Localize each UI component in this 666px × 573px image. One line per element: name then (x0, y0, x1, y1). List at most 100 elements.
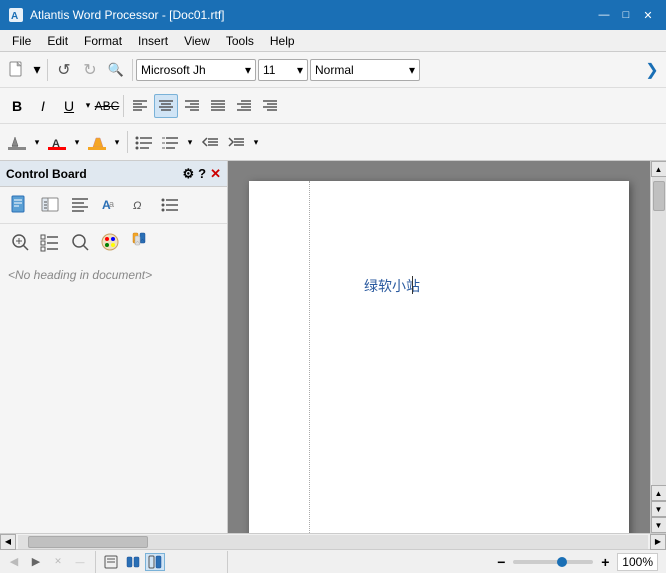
cb-navigator-button[interactable] (36, 191, 64, 219)
cb-zoom-button[interactable] (6, 228, 34, 256)
document-area: 绿软小站 ▲ ▲ ▼ ▼ (228, 161, 666, 533)
cb-icons-row2 (0, 224, 227, 260)
nav-forward-button[interactable]: ▶ (26, 553, 46, 571)
help-icon[interactable]: ? (198, 166, 206, 182)
nav-back2-button[interactable]: ✕ (48, 553, 68, 571)
style-value: Normal (315, 63, 409, 77)
menu-format[interactable]: Format (76, 32, 130, 50)
vertical-scrollbar[interactable]: ▲ ▲ ▼ ▼ (650, 161, 666, 533)
zoom-area: − + (493, 554, 613, 570)
document-page[interactable]: 绿软小站 (249, 181, 629, 533)
outdent-button[interactable] (198, 130, 222, 154)
zoom-in-button[interactable]: + (597, 554, 613, 570)
hscroll-left-button[interactable]: ◀ (0, 534, 16, 550)
pen-button[interactable] (5, 129, 29, 155)
align-left-button[interactable] (128, 94, 152, 118)
highlight-button[interactable] (85, 129, 109, 155)
font-dropdown[interactable]: Microsoft Jh ▾ (136, 59, 256, 81)
align-extra-button[interactable] (232, 94, 256, 118)
size-value: 11 (263, 63, 297, 77)
view-mode1-button[interactable] (101, 553, 121, 571)
style-dropdown[interactable]: Normal ▾ (310, 59, 420, 81)
hscroll-right-arrows: ▶ (650, 534, 666, 550)
underline-button[interactable]: U (57, 94, 81, 118)
list-indent-button[interactable] (158, 130, 182, 154)
cb-outline-button[interactable] (66, 191, 94, 219)
toolbar-row1: ▾ ↺ ↻ 🔍 Microsoft Jh ▾ 11 ▾ Normal ▾ ❯ (0, 52, 666, 88)
bullet-list-button[interactable] (132, 130, 156, 154)
scroll-track[interactable] (652, 177, 666, 485)
sep2 (132, 59, 133, 81)
scroll-down-button[interactable]: ▼ (651, 517, 666, 533)
scroll-thumb[interactable] (653, 181, 665, 211)
cb-styles-button[interactable]: Aa (96, 191, 124, 219)
zoom-slider-thumb[interactable] (557, 557, 567, 567)
menu-view[interactable]: View (176, 32, 218, 50)
font-value: Microsoft Jh (141, 63, 245, 77)
cb-palette-button[interactable] (96, 228, 124, 256)
list-dropdown[interactable]: ▾ (184, 130, 196, 154)
cb-special-chars-button[interactable]: Ω (126, 191, 154, 219)
cb-page-view-button[interactable] (6, 191, 34, 219)
hscroll-thumb[interactable] (28, 536, 148, 548)
font-dropdown-arrow: ▾ (245, 63, 251, 77)
sep1 (47, 59, 48, 81)
cb-find-button[interactable] (66, 228, 94, 256)
indent-dropdown[interactable]: ▾ (250, 130, 262, 154)
svg-text:a: a (109, 199, 114, 209)
size-dropdown[interactable]: 11 ▾ (258, 59, 308, 81)
close-button[interactable]: ✕ (638, 5, 658, 25)
scroll-up-button[interactable]: ▲ (651, 161, 666, 177)
align-extra2-button[interactable] (258, 94, 282, 118)
maximize-button[interactable]: □ (616, 5, 636, 25)
settings-icon[interactable]: ⚙ (182, 166, 194, 182)
undo-button[interactable]: ↺ (52, 58, 76, 82)
find-button[interactable]: 🔍 (104, 58, 128, 82)
scroll-page-down-button[interactable]: ▼ (651, 501, 666, 517)
align-center-button[interactable] (154, 94, 178, 118)
document-text[interactable]: 绿软小站 (364, 276, 420, 296)
indent-button[interactable] (224, 130, 248, 154)
new-button[interactable] (5, 58, 29, 82)
cb-list2-button[interactable] (36, 228, 64, 256)
horizontal-scrollbar: ◀ ▶ (0, 533, 666, 549)
view-mode3-button[interactable] (145, 553, 165, 571)
app-icon: A (8, 7, 24, 23)
italic-button[interactable]: I (31, 94, 55, 118)
pen-dropdown[interactable]: ▾ (31, 130, 43, 154)
svg-text:A: A (11, 11, 18, 22)
window-title: Atlantis Word Processor - [Doc01.rtf] (30, 8, 594, 22)
document-scroll-area[interactable]: 绿软小站 (228, 161, 650, 533)
cb-list-button[interactable] (156, 191, 184, 219)
menu-insert[interactable]: Insert (130, 32, 176, 50)
nav-back-button[interactable]: ◀ (4, 553, 24, 571)
scroll-page-up-button[interactable]: ▲ (651, 485, 666, 501)
hscroll-right-button[interactable]: ▶ (650, 534, 666, 550)
strikethrough-button[interactable]: ABC (95, 94, 119, 118)
font-color-dropdown[interactable]: ▾ (71, 130, 83, 154)
control-board-close-icon[interactable]: ✕ (210, 166, 221, 182)
justify-button[interactable] (206, 94, 230, 118)
menu-edit[interactable]: Edit (39, 32, 76, 50)
menu-file[interactable]: File (4, 32, 39, 50)
view-mode2-button[interactable] (123, 553, 143, 571)
font-color-button[interactable]: A (45, 129, 69, 155)
minimize-button[interactable]: — (594, 5, 614, 25)
control-board-content: <No heading in document> (0, 260, 227, 533)
zoom-slider[interactable] (513, 560, 593, 564)
highlight-dropdown[interactable]: ▾ (111, 130, 123, 154)
title-bar: A Atlantis Word Processor - [Doc01.rtf] … (0, 0, 666, 30)
new-dropdown[interactable]: ▾ (31, 58, 43, 82)
redo-button[interactable]: ↻ (78, 58, 102, 82)
cb-bookmarks-button[interactable] (126, 228, 154, 256)
underline-dropdown[interactable]: ▾ (83, 94, 93, 118)
zoom-out-button[interactable]: − (493, 554, 509, 570)
menu-help[interactable]: Help (262, 32, 303, 50)
bold-button[interactable]: B (5, 94, 29, 118)
hscroll-track[interactable] (18, 535, 648, 549)
toolbar-expand-right[interactable]: ❯ (642, 58, 662, 82)
zoom-level[interactable]: 100% (617, 553, 658, 571)
nav-placeholder-button[interactable]: — (70, 553, 90, 571)
menu-tools[interactable]: Tools (218, 32, 262, 50)
align-right-button[interactable] (180, 94, 204, 118)
